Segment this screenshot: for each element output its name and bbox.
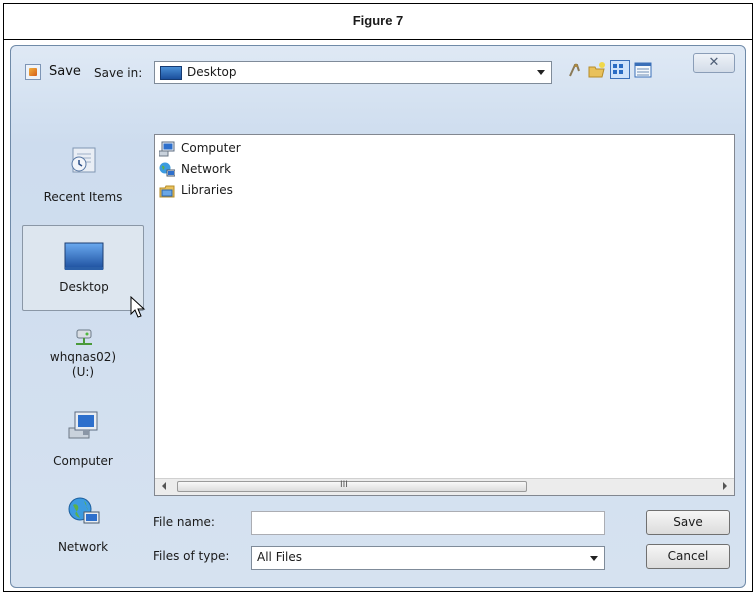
place-label-line1: whqnas02): [49, 350, 117, 364]
scroll-right-icon[interactable]: [723, 482, 727, 490]
file-name: Computer: [181, 141, 241, 155]
place-label: Recent Items: [43, 190, 123, 204]
computer-icon: [68, 411, 98, 439]
place-label: Computer: [53, 454, 113, 468]
network-icon: [68, 497, 100, 524]
up-folder-icon[interactable]: [566, 61, 584, 79]
scrollbar-thumb[interactable]: III: [177, 480, 527, 492]
place-network-drive[interactable]: whqnas02) (U:): [22, 316, 144, 402]
place-label-line2: (U:): [71, 365, 95, 379]
place-recent-items[interactable]: Recent Items: [22, 98, 144, 204]
chevron-down-icon: [590, 556, 598, 561]
place-label: Network: [57, 540, 109, 554]
place-computer[interactable]: Computer: [22, 398, 144, 484]
grip-icon: III: [340, 480, 348, 490]
mouse-cursor-icon: [130, 296, 146, 318]
file-name: Network: [181, 162, 232, 176]
figure-title: Figure 7: [4, 4, 752, 40]
libraries-icon: [159, 185, 175, 198]
file-name: Libraries: [181, 183, 233, 197]
save-in-label: Save in:: [94, 66, 143, 80]
desktop-icon: [160, 66, 182, 80]
file-name-label: File name:: [153, 515, 215, 529]
file-name-input[interactable]: [251, 511, 605, 535]
file-type-label: Files of type:: [153, 549, 230, 563]
window-title: Save: [49, 64, 81, 79]
cancel-button[interactable]: Cancel: [646, 544, 730, 569]
close-button[interactable]: ✕: [693, 53, 735, 73]
file-type-dropdown[interactable]: All Files: [251, 546, 605, 570]
details-view-icon[interactable]: [634, 61, 652, 79]
desktop-icon: [64, 242, 104, 270]
places-bar: Recent Items Desktop whqnas02) (U:) Comp…: [22, 98, 144, 584]
new-folder-icon[interactable]: [588, 61, 606, 79]
save-button[interactable]: Save: [646, 510, 730, 535]
place-desktop[interactable]: Desktop: [22, 225, 144, 311]
java-app-icon: [25, 64, 41, 80]
network-icon: [159, 162, 175, 177]
recent-items-icon: [71, 147, 96, 173]
horizontal-scrollbar[interactable]: III: [155, 478, 734, 495]
chevron-down-icon: [537, 70, 545, 75]
list-view-icon[interactable]: [610, 60, 630, 79]
file-type-value: All Files: [257, 550, 303, 564]
place-label: Desktop: [59, 280, 109, 294]
network-drive-icon: [76, 329, 92, 345]
file-list[interactable]: Computer Network Libraries III: [154, 134, 735, 496]
scroll-left-icon[interactable]: [162, 482, 166, 490]
computer-icon: [159, 141, 175, 157]
place-network[interactable]: Network: [22, 490, 144, 576]
save-in-dropdown[interactable]: Desktop: [154, 61, 552, 84]
save-in-value: Desktop: [187, 65, 237, 79]
